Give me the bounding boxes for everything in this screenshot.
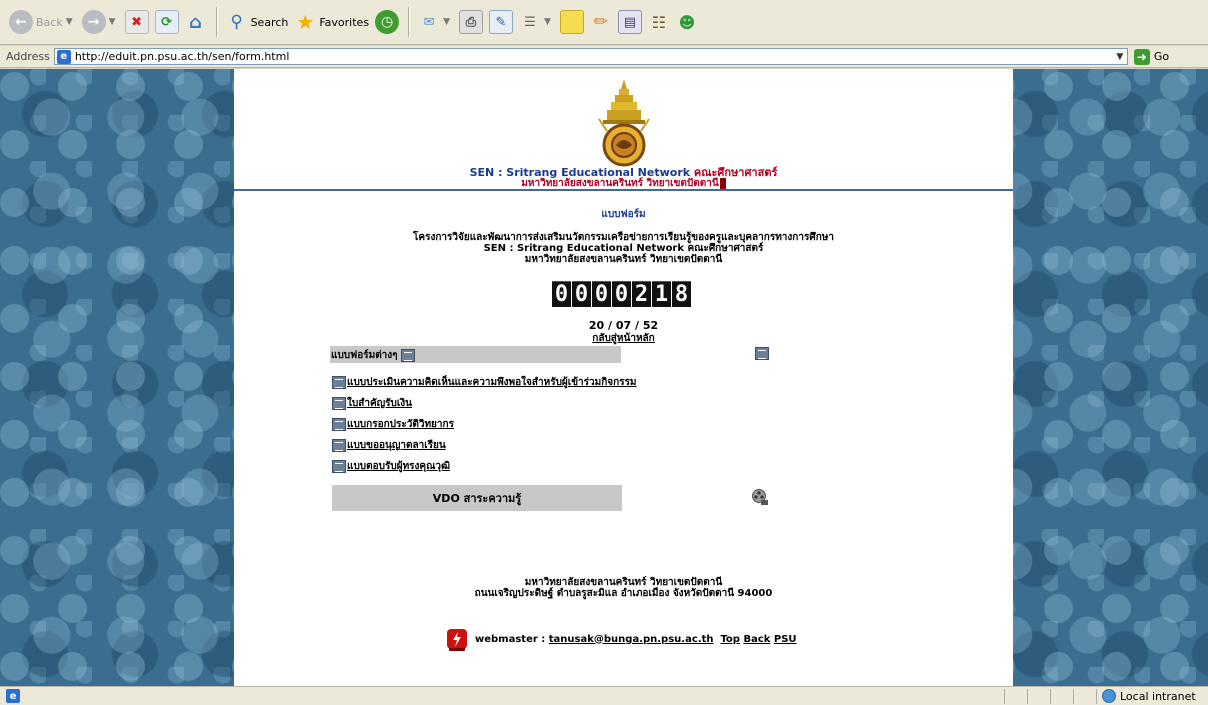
stop-icon: ✖ [124,10,149,34]
messenger-icon: ☻ [678,12,696,32]
page-viewport: SEN : Sritrang Educational Network คณะศึ… [0,69,1208,686]
back-link[interactable]: Back [743,634,770,645]
back-home-link[interactable]: กลับสู่หน้าหลัก [234,331,1013,346]
page-title: แบบฟอร์ม [601,209,646,220]
toolbar-separator [215,7,217,37]
notes-button[interactable] [557,5,587,39]
counter-digit: 1 [652,281,671,307]
chevron-down-icon[interactable]: ▼ [544,17,551,27]
address-field[interactable]: e http://eduit.pn.psu.ac.th/sen/form.htm… [53,48,1128,65]
form-icon [332,460,346,473]
research-icon: ▤ [617,10,642,34]
forms-section-label: แบบฟอร์มต่างๆ [331,348,416,363]
forward-arrow-icon: → [81,10,106,34]
counter-digit: 0 [572,281,591,307]
counter-digit: 0 [592,281,611,307]
psu-link[interactable]: PSU [774,634,797,645]
search-button[interactable]: ⚲ Search [223,5,292,39]
history-icon: ◷ [375,10,400,34]
printer-icon: ⎙ [458,10,483,34]
edit-button[interactable]: ✎ [486,5,516,39]
form-link[interactable]: แบบประเมินความคิดเห็นและความพึงพอใจสำหรั… [332,372,637,393]
form-icon [755,347,769,360]
refresh-button[interactable]: ⟳ [152,5,182,39]
back-arrow-icon: ← [9,10,33,34]
counter-digit: 8 [672,281,691,307]
form-icon [332,397,346,410]
discuss-icon: ☰ [524,14,536,30]
footer-links: webmaster : tanusak@bunga.pn.psu.ac.th T… [444,626,797,652]
ie-page-icon: e [56,49,71,64]
pencil-icon: ✏ [593,12,609,32]
print-button[interactable]: ⎙ [456,5,486,39]
refresh-icon: ⟳ [154,10,179,34]
search-icon: ⚲ [230,12,243,32]
home-icon: ⌂ [189,11,202,33]
header-divider [234,189,1013,191]
webmaster-email-link[interactable]: tanusak@bunga.pn.psu.ac.th [549,634,714,645]
counter-digit: 0 [552,281,571,307]
flash-icon [447,629,467,651]
security-zone: Local intranet [1096,688,1208,704]
messenger-button[interactable]: ☻ [673,5,701,39]
chevron-down-icon[interactable]: ▼ [1113,52,1127,62]
globe-icon [1102,689,1116,703]
mail-button[interactable]: ✉ ▼ [415,5,456,39]
chevron-down-icon[interactable]: ▼ [66,17,73,27]
form-link[interactable]: ใบสำคัญรับเงิน [332,393,637,414]
red-marker [719,177,726,189]
books-button[interactable]: ☷ [645,5,673,39]
form-links-list: แบบประเมินความคิดเห็นและความพึงพอใจสำหรั… [332,372,637,477]
video-reel-icon[interactable] [751,488,769,506]
page-content: SEN : Sritrang Educational Network คณะศึ… [234,69,1013,686]
go-button[interactable]: ➜ Go [1133,48,1169,65]
pencil-button[interactable]: ✏ [587,5,615,39]
form-link[interactable]: แบบกรอกประวัติวิทยากร [332,414,637,435]
status-bar: e Local intranet [0,686,1208,705]
ie-page-icon: e [6,689,20,703]
url-text[interactable]: http://eduit.pn.psu.ac.th/sen/form.html [75,50,1113,63]
form-link[interactable]: แบบตอบรับผู้ทรงคุณวุฒิ [332,456,637,477]
note-icon [559,10,584,34]
counter-digit: 2 [632,281,651,307]
university-emblem-logo [598,79,650,167]
vdo-section-bar: VDO สาระความรู้ [332,485,622,511]
research-button[interactable]: ▤ [615,5,645,39]
history-button[interactable]: ◷ [372,5,402,39]
form-icon [332,418,346,431]
star-icon: ★ [296,10,315,34]
chevron-down-icon[interactable]: ▼ [443,17,450,27]
project-description: โครงการวิจัยและพัฒนาการส่งเสริมนวัตกรรมเ… [413,232,834,265]
address-bar: Address e http://eduit.pn.psu.ac.th/sen/… [0,46,1208,68]
hit-counter: 0 0 0 0 2 1 8 [552,281,692,307]
form-icon [332,376,346,389]
go-arrow-icon: ➜ [1133,48,1150,65]
footer-address: มหาวิทยาลัยสงขลานครินทร์ วิทยาเขตปัตตานี… [474,577,773,599]
browser-toolbar: ← Back ▼ → ▼ ✖ ⟳ ⌂ ⚲ Search ★ Favorites … [0,0,1208,45]
page-edit-icon: ✎ [488,10,513,34]
form-icon [332,439,346,452]
form-link[interactable]: แบบขออนุญาตลาเรียน [332,435,637,456]
home-button[interactable]: ⌂ [182,5,210,39]
chevron-down-icon[interactable]: ▼ [109,17,116,27]
favorites-button[interactable]: ★ Favorites [291,5,372,39]
form-icon [401,349,416,362]
mail-icon: ✉ [423,14,435,30]
toolbar-separator [408,7,410,37]
top-link[interactable]: Top [720,634,740,645]
counter-digit: 0 [612,281,631,307]
books-icon: ☷ [651,12,667,32]
back-button[interactable]: ← Back ▼ [6,5,79,39]
stop-button[interactable]: ✖ [122,5,152,39]
forward-button[interactable]: → ▼ [79,5,122,39]
discuss-button[interactable]: ☰ ▼ [516,5,557,39]
